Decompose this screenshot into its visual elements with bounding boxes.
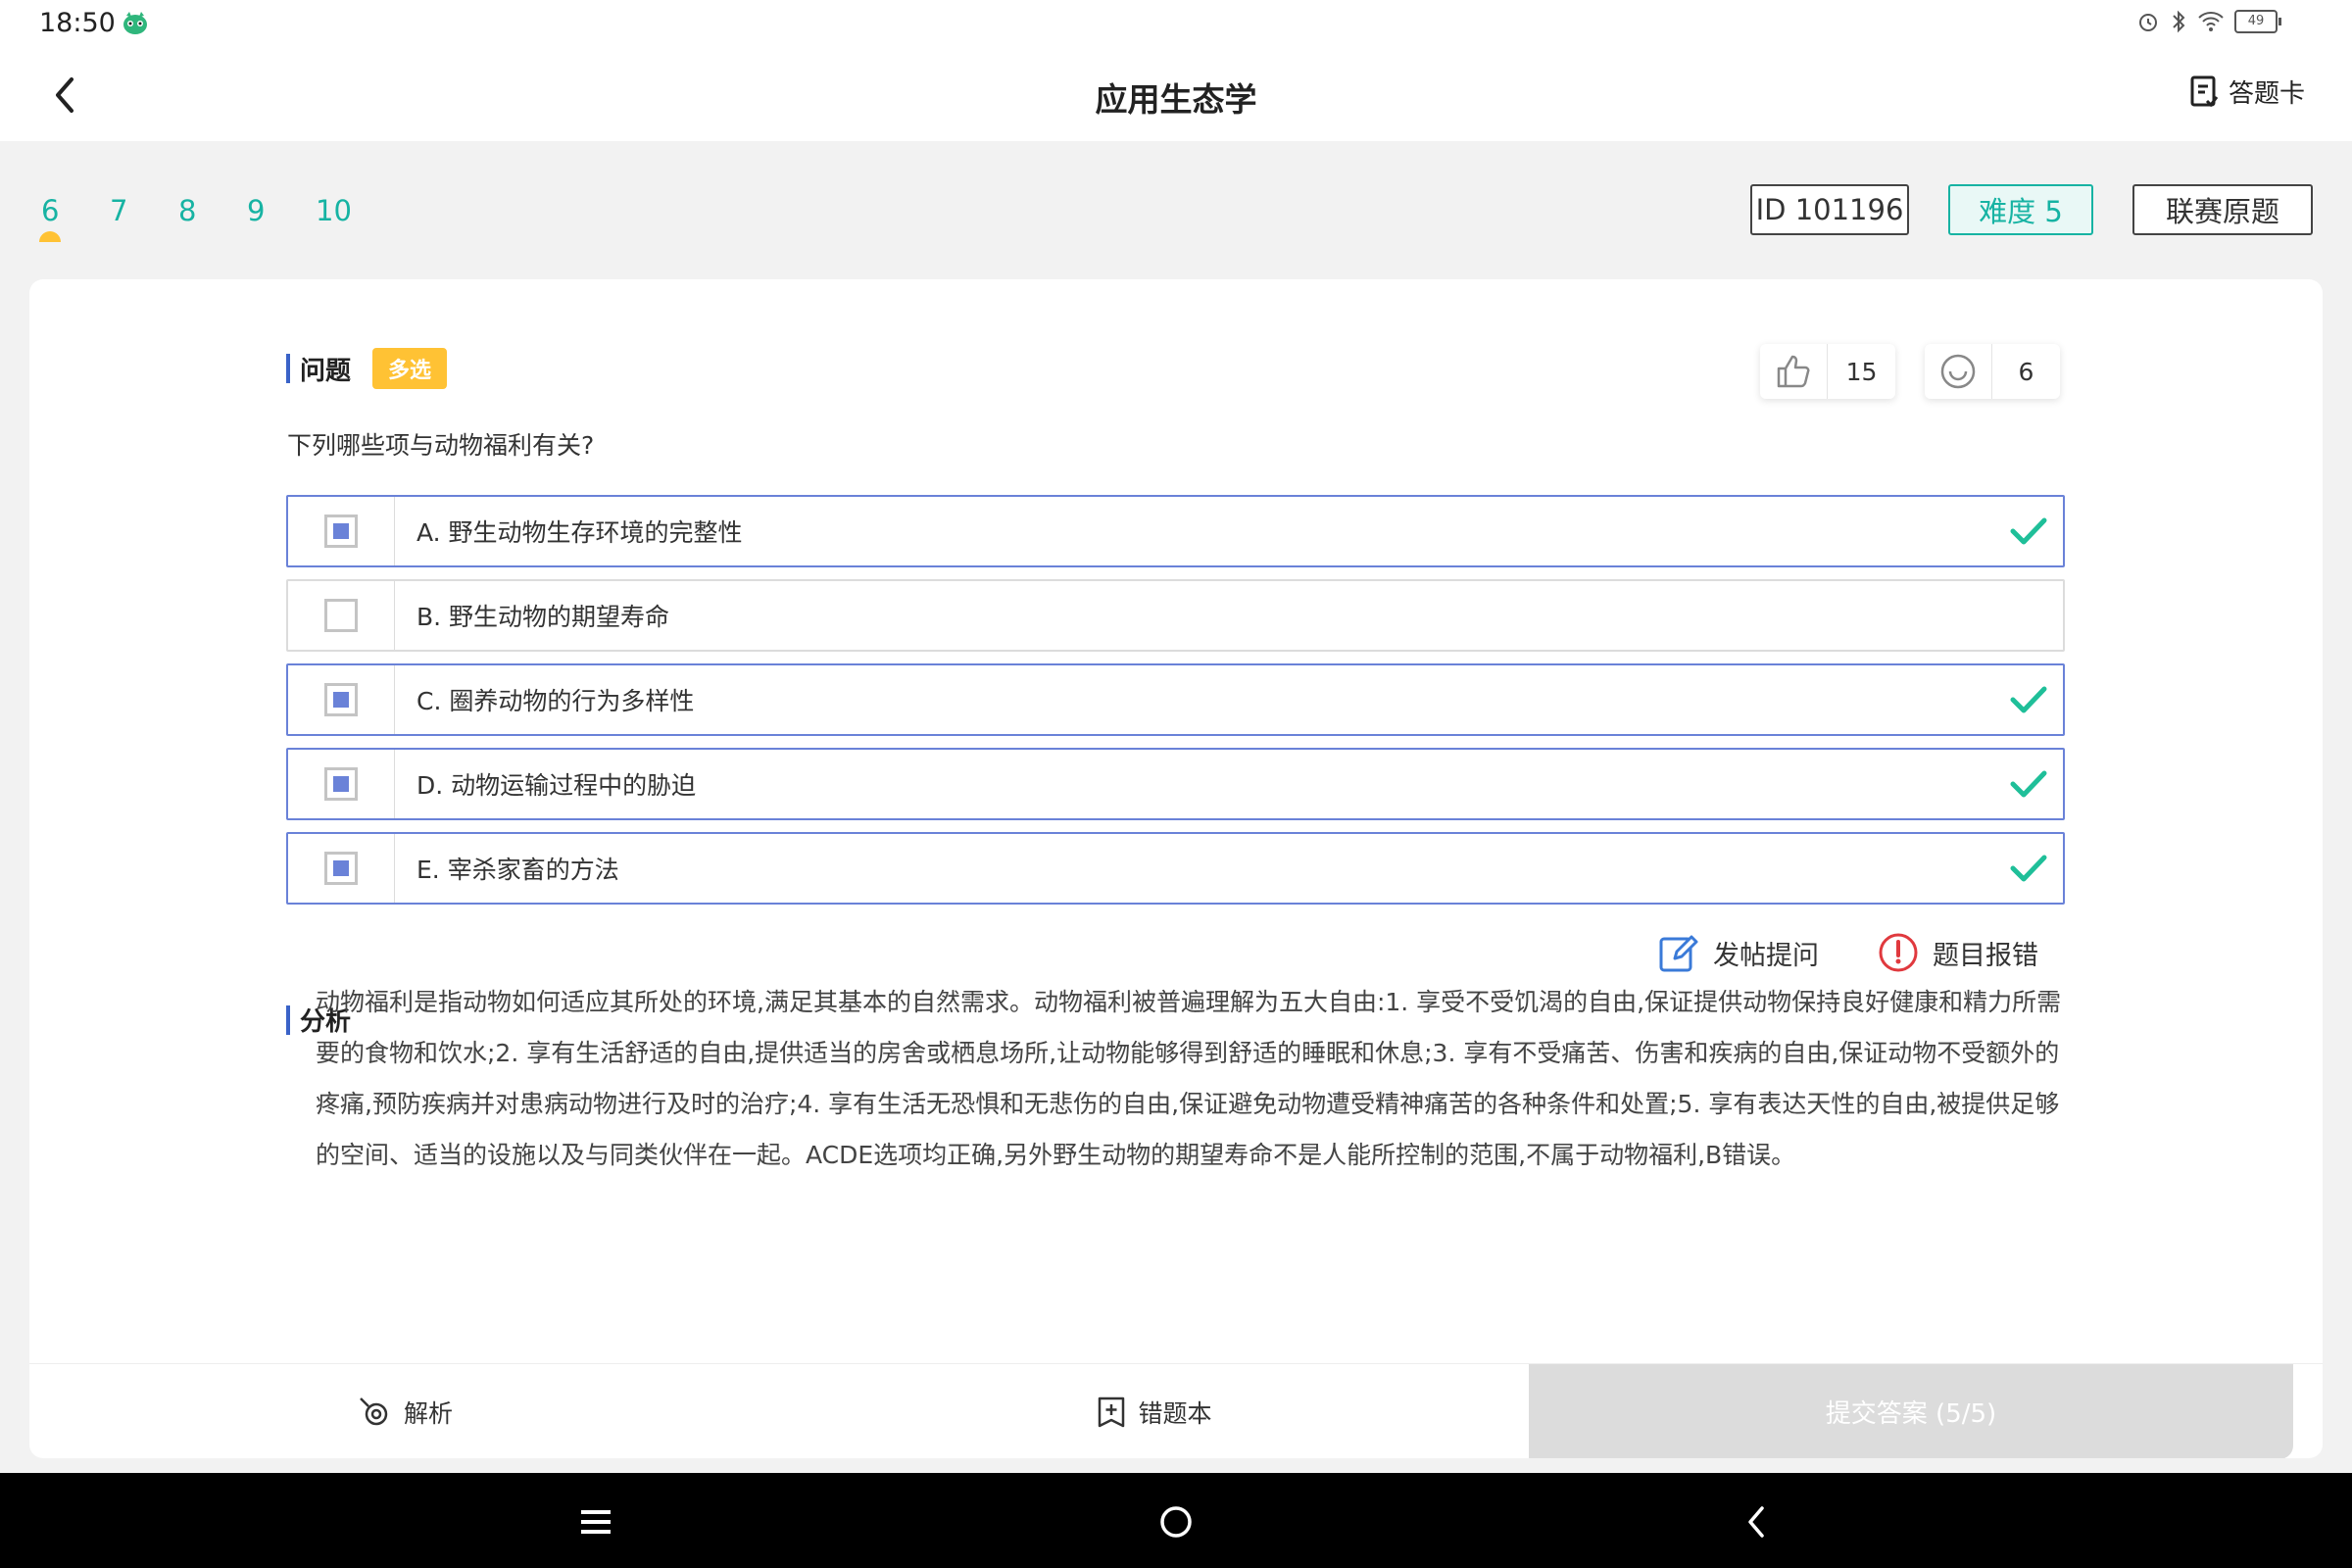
origin-tag: 联赛原题 — [2132, 184, 2313, 235]
difficulty-tag: 难度 5 — [1948, 184, 2093, 235]
menu-nav-button[interactable] — [566, 1494, 625, 1549]
back-nav-button[interactable] — [1727, 1494, 1786, 1549]
status-icons: 49 — [2136, 10, 2281, 33]
option-d[interactable]: D. 动物运输过程中的胁迫 — [286, 748, 2065, 820]
question-actions: 发帖提问 题目报错 — [1658, 932, 2038, 973]
analysis-text: 动物福利是指动物如何适应其所处的环境,满足其基本的自然需求。动物福利被普遍理解为… — [316, 988, 2062, 1169]
answer-sheet-icon — [2190, 75, 2219, 107]
answer-card-label: 答题卡 — [2228, 79, 2305, 109]
alarm-icon — [2139, 14, 2157, 31]
bottom-action-bar: 解析 错题本 提交答案 (5/5) — [29, 1363, 2323, 1458]
question-section-heading: 问题 多选 — [286, 348, 448, 389]
home-nav-button[interactable] — [1147, 1494, 1205, 1549]
option-a[interactable]: A. 野生动物生存环境的完整性 — [286, 495, 2065, 567]
option-checkbox[interactable] — [324, 852, 358, 885]
battery-icon: 49 — [2234, 10, 2281, 33]
question-number-item[interactable]: 6 — [35, 194, 104, 242]
option-checkbox[interactable] — [324, 599, 358, 632]
option-checkbox[interactable] — [324, 767, 358, 801]
heading-bar — [286, 1004, 290, 1035]
question-number-item[interactable]: 7 — [104, 194, 172, 227]
status-time: 18:50 — [39, 8, 116, 38]
question-card: 问题 多选 15 6 下列哪些项与动物福利有关? A. 野生动物生存环境的完整性… — [29, 279, 2323, 1458]
post-question-button[interactable]: 发帖提问 — [1658, 932, 1819, 973]
analysis-tab-button[interactable]: 解析 — [29, 1364, 780, 1458]
correct-check-icon — [2010, 855, 2047, 882]
like-button[interactable]: 15 — [1760, 344, 1895, 399]
submit-answer-button[interactable]: 提交答案 (5/5) — [1529, 1364, 2293, 1458]
wrongbook-tab-label: 错题本 — [1138, 1398, 1212, 1428]
menu-icon — [581, 1510, 611, 1534]
like-count: 15 — [1845, 357, 1878, 386]
chevron-left-icon — [1748, 1506, 1764, 1538]
question-number-item[interactable]: 10 — [310, 194, 378, 227]
thumbs-up-icon — [1777, 355, 1810, 388]
answer-card-button[interactable]: 答题卡 — [2189, 74, 2305, 110]
report-error-button[interactable]: 题目报错 — [1878, 932, 2038, 973]
question-text: 下列哪些项与动物福利有关? — [287, 431, 595, 460]
smile-icon — [1940, 354, 1976, 389]
question-number-item[interactable]: 8 — [172, 194, 241, 227]
question-number-nav: 6 7 8 9 10 — [35, 194, 378, 242]
system-nav-bar — [0, 1473, 2352, 1568]
status-bar: 18:50 49 — [0, 0, 2352, 49]
report-error-label: 题目报错 — [1933, 940, 2038, 971]
question-type-badge: 多选 — [372, 348, 448, 389]
option-e[interactable]: E. 宰杀家畜的方法 — [286, 832, 2065, 905]
option-label: A. 野生动物生存环境的完整性 — [416, 518, 743, 547]
warning-circle-icon — [1879, 933, 1918, 972]
page-title: 应用生态学 — [1095, 80, 1257, 119]
option-checkbox[interactable] — [324, 514, 358, 548]
post-question-label: 发帖提问 — [1713, 940, 1819, 971]
correct-check-icon — [2010, 686, 2047, 713]
home-circle-icon — [1160, 1506, 1192, 1538]
correct-check-icon — [2010, 517, 2047, 545]
wifi-icon — [2198, 12, 2224, 31]
comment-button[interactable]: 6 — [1925, 344, 2060, 399]
option-label: E. 宰杀家畜的方法 — [416, 856, 619, 884]
option-c[interactable]: C. 圈养动物的行为多样性 — [286, 663, 2065, 736]
option-label: D. 动物运输过程中的胁迫 — [416, 771, 697, 800]
option-label: B. 野生动物的期望寿命 — [416, 603, 670, 631]
bluetooth-icon — [2173, 10, 2185, 33]
title-bar: 应用生态学 答题卡 — [0, 49, 2352, 141]
option-b[interactable]: B. 野生动物的期望寿命 — [286, 579, 2065, 652]
comment-count: 6 — [2018, 357, 2034, 386]
question-section-label: 问题 — [300, 356, 352, 386]
app-mascot-icon — [123, 12, 147, 34]
correct-check-icon — [2010, 770, 2047, 798]
analysis-magnifier-icon — [360, 1396, 388, 1425]
analysis-tab-label: 解析 — [403, 1398, 453, 1428]
option-checkbox[interactable] — [324, 683, 358, 716]
question-id-tag: ID 101196 — [1750, 184, 1909, 235]
option-label: C. 圈养动物的行为多样性 — [416, 687, 695, 715]
edit-icon — [1659, 935, 1698, 972]
wrongbook-tab-button[interactable]: 错题本 — [780, 1364, 1529, 1458]
question-number-item[interactable]: 9 — [241, 194, 310, 227]
bookmark-add-icon — [1099, 1396, 1125, 1427]
heading-bar — [286, 354, 290, 383]
